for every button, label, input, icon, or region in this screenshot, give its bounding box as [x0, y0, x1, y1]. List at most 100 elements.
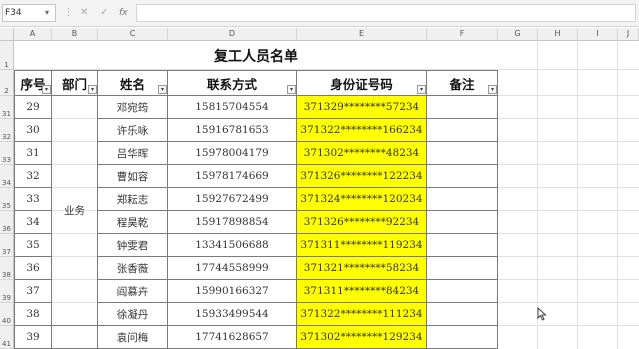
row-header[interactable]: 32 — [0, 119, 14, 142]
cell-id[interactable]: 371322********166234 — [297, 119, 427, 142]
column-header-j[interactable]: J — [618, 28, 639, 41]
cell-no[interactable]: 34 — [14, 211, 52, 234]
cell-phone[interactable]: 13341506688 — [168, 234, 297, 257]
cell-name[interactable]: 曹如容 — [98, 165, 168, 188]
cell-id[interactable]: 371329********57234 — [297, 96, 427, 119]
cell-no[interactable]: 30 — [14, 119, 52, 142]
header-id[interactable]: 身份证号码 — [297, 70, 427, 96]
cell-note[interactable] — [427, 303, 498, 326]
row-header[interactable]: 31 — [0, 96, 14, 119]
cell-note[interactable] — [427, 280, 498, 303]
filter-dropdown-icon[interactable]: ▾ — [488, 85, 497, 94]
cell-note[interactable] — [427, 257, 498, 280]
function-icon[interactable]: fx — [119, 4, 128, 22]
row-header[interactable]: 2 — [0, 70, 14, 96]
formula-input[interactable] — [136, 4, 636, 22]
cell-no[interactable]: 37 — [14, 280, 52, 303]
dept-merged-cell[interactable]: 业务 — [52, 96, 98, 326]
row-header[interactable]: 40 — [0, 303, 14, 326]
header-contact[interactable]: 联系方式 — [168, 70, 297, 96]
cell-note[interactable] — [427, 142, 498, 165]
header-note-label: 备注 — [449, 76, 475, 92]
dept-cell[interactable] — [52, 326, 98, 349]
cell-id[interactable]: 371326********122234 — [297, 165, 427, 188]
cell-phone[interactable]: 15917898854 — [168, 211, 297, 234]
cell-id[interactable]: 371326********92234 — [297, 211, 427, 234]
cell-no[interactable]: 35 — [14, 234, 52, 257]
cell-id[interactable]: 371311********119234 — [297, 234, 427, 257]
cell-phone[interactable]: 17741628657 — [168, 326, 297, 349]
chevron-down-icon[interactable]: ▾ — [45, 4, 49, 22]
cell-id[interactable]: 371321********58234 — [297, 257, 427, 280]
cell-name[interactable]: 张香薇 — [98, 257, 168, 280]
row-header[interactable]: 34 — [0, 165, 14, 188]
column-header-f[interactable]: F — [427, 28, 498, 41]
cell-note[interactable] — [427, 119, 498, 142]
cell-phone[interactable]: 15990166327 — [168, 280, 297, 303]
filter-dropdown-icon[interactable]: ▾ — [158, 85, 167, 94]
cell-no[interactable]: 31 — [14, 142, 52, 165]
column-header-d[interactable]: D — [168, 28, 297, 41]
cell-id[interactable]: 371302********48234 — [297, 142, 427, 165]
cell-name[interactable]: 阎慕卉 — [98, 280, 168, 303]
cell-name[interactable]: 邓宛筠 — [98, 96, 168, 119]
column-header-c[interactable]: C — [98, 28, 168, 41]
row-header[interactable]: 41 — [0, 326, 14, 349]
cell-phone[interactable]: 15933499544 — [168, 303, 297, 326]
row-header[interactable]: 36 — [0, 211, 14, 234]
cell-id[interactable]: 371322********111234 — [297, 303, 427, 326]
cell-note[interactable] — [427, 234, 498, 257]
sheet-title[interactable]: 复工人员名单 — [14, 41, 498, 70]
row-header[interactable]: 37 — [0, 234, 14, 257]
cell-name[interactable]: 吕华晖 — [98, 142, 168, 165]
formula-bar: F34 ▾ ⋮ ✕ ✓ fx — [0, 0, 639, 27]
cell-phone[interactable]: 17744558999 — [168, 257, 297, 280]
column-header-i[interactable]: I — [578, 28, 618, 41]
cell-id[interactable]: 371302********129234 — [297, 326, 427, 349]
cell-phone[interactable]: 15978004179 — [168, 142, 297, 165]
cell-phone[interactable]: 15916781653 — [168, 119, 297, 142]
row-header[interactable]: 39 — [0, 280, 14, 303]
header-name-label: 姓名 — [119, 76, 145, 92]
cell-phone[interactable]: 15815704554 — [168, 96, 297, 119]
cell-note[interactable] — [427, 96, 498, 119]
cell-name[interactable]: 程昊乾 — [98, 211, 168, 234]
cell-name[interactable]: 钟雯君 — [98, 234, 168, 257]
row-header[interactable]: 1 — [0, 41, 14, 70]
cell-phone[interactable]: 15978174669 — [168, 165, 297, 188]
header-contact-label: 联系方式 — [206, 76, 257, 92]
cell-no[interactable]: 33 — [14, 188, 52, 211]
row-header[interactable]: 33 — [0, 142, 14, 165]
cell-note[interactable] — [427, 211, 498, 234]
cell-phone[interactable]: 15927672499 — [168, 188, 297, 211]
cell-name[interactable]: 袁问梅 — [98, 326, 168, 349]
row-header[interactable]: 38 — [0, 257, 14, 280]
cell-no[interactable]: 32 — [14, 165, 52, 188]
cell-note[interactable] — [427, 326, 498, 349]
select-all-corner[interactable] — [0, 28, 14, 41]
cell-no[interactable]: 38 — [14, 303, 52, 326]
check-icon[interactable]: ✓ — [100, 4, 108, 22]
column-header-a[interactable]: A — [14, 28, 52, 41]
cell-name[interactable]: 许乐咏 — [98, 119, 168, 142]
header-dept-label: 部门 — [61, 76, 87, 92]
cell-id[interactable]: 371311********84234 — [297, 280, 427, 303]
cell-no[interactable]: 29 — [14, 96, 52, 119]
column-header-h[interactable]: H — [538, 28, 578, 41]
cell-id[interactable]: 371324********120234 — [297, 188, 427, 211]
cell-note[interactable] — [427, 188, 498, 211]
filter-dropdown-icon[interactable]: ▾ — [88, 85, 97, 94]
row-header[interactable]: 35 — [0, 188, 14, 211]
column-header-b[interactable]: B — [52, 28, 98, 41]
cell-name[interactable]: 徐凝丹 — [98, 303, 168, 326]
cell-no[interactable]: 39 — [14, 326, 52, 349]
cell-no[interactable]: 36 — [14, 257, 52, 280]
filter-dropdown-icon[interactable]: ▾ — [42, 85, 51, 94]
column-header-g[interactable]: G — [498, 28, 538, 41]
cell-name[interactable]: 郑耘志 — [98, 188, 168, 211]
filter-dropdown-icon[interactable]: ▾ — [417, 85, 426, 94]
cell-note[interactable] — [427, 165, 498, 188]
column-header-e[interactable]: E — [297, 28, 427, 41]
filter-dropdown-icon[interactable]: ▾ — [287, 85, 296, 94]
cancel-icon[interactable]: ✕ — [80, 4, 88, 22]
